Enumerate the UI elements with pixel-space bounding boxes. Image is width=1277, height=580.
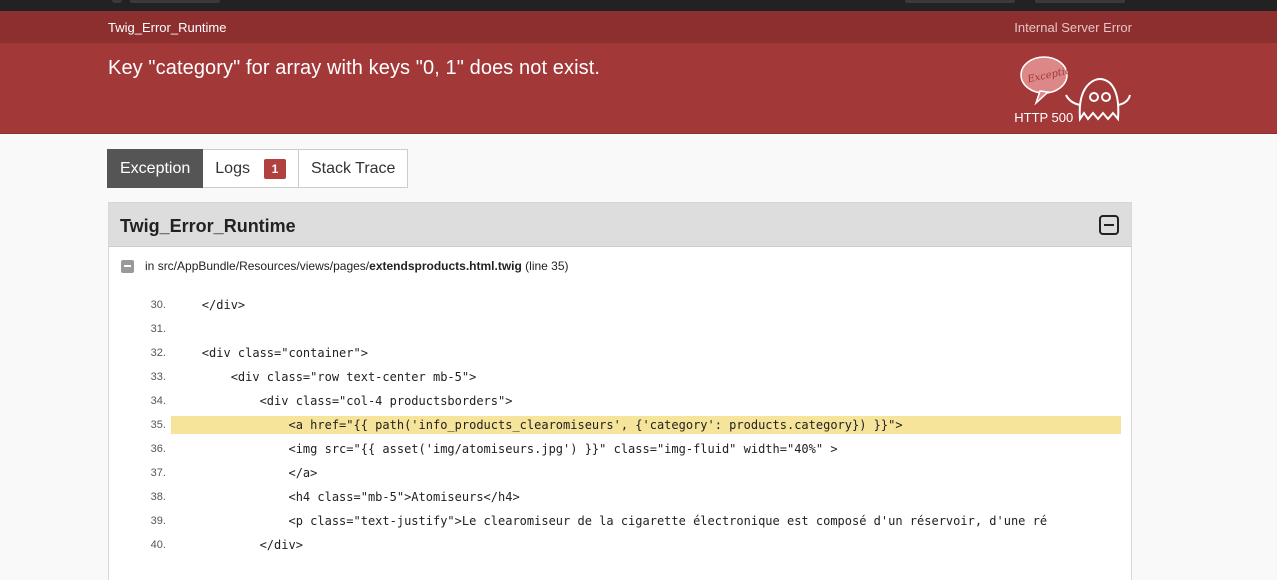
tab-exception[interactable]: Exception [107, 149, 204, 188]
code-text: <a href="{{ path('info_products_clearomi… [170, 416, 1121, 434]
code-text: <div class="col-4 productsborders"> [172, 394, 513, 408]
exception-message: Key "category" for array with keys "0, 1… [108, 57, 601, 79]
code-text: </a> [172, 466, 318, 480]
code-text: <img src="{{ asset('img/atomiseurs.jpg')… [172, 442, 838, 456]
line-number: 38. [150, 491, 166, 503]
line-number: 30. [150, 299, 166, 311]
code-line: 37. </a> [109, 461, 1121, 485]
code-line: 39. <p class="text-justify">Le clearomis… [109, 509, 1121, 533]
code-line: 32. <div class="container"> [109, 341, 1121, 365]
code-line: 30. </div> [109, 293, 1121, 317]
error-header: Twig_Error_Runtime HTTP 500 Internal Ser… [0, 11, 1277, 134]
code-line: 36. <img src="{{ asset('img/atomiseurs.j… [109, 437, 1121, 461]
tab-stack-trace-label: Stack Trace [310, 159, 396, 177]
collapse-panel-icon[interactable] [1099, 215, 1119, 235]
code-text: <h4 class="mb-5">Atomiseurs</h4> [172, 490, 520, 504]
code-text: <p class="text-justify">Le clearomiseur … [172, 514, 1048, 528]
trace-path: src/AppBundle/Resources/views/pages/ [157, 259, 370, 273]
line-number: 33. [150, 371, 166, 383]
line-number: 39. [150, 515, 166, 527]
code-line: 31. [109, 317, 1121, 341]
code-line: 40. </div> [109, 533, 1121, 557]
panel-title: Twig_Error_Runtime [120, 216, 296, 236]
top-toolbar [0, 0, 1277, 11]
trace-line-number: (line 35) [521, 259, 569, 273]
code-text: </div> [172, 538, 303, 552]
line-number: 35. [150, 419, 166, 431]
line-number: 40. [150, 539, 166, 551]
code-line-highlighted: 35. <a href="{{ path('info_products_clea… [109, 413, 1121, 437]
line-number: 32. [150, 347, 166, 359]
trace-location: in src/AppBundle/Resources/views/pages/ … [121, 259, 569, 273]
code-text: <div class="container"> [172, 346, 368, 360]
line-number: 37. [150, 467, 166, 479]
tab-logs[interactable]: Logs 1 [203, 149, 299, 188]
code-line: 38. <h4 class="mb-5">Atomiseurs</h4> [109, 485, 1121, 509]
exception-ghost-icon: Exception! [1020, 56, 1131, 122]
toggle-trace-icon[interactable] [121, 259, 134, 273]
logs-count-badge: 1 [263, 158, 286, 179]
tab-exception-label: Exception [120, 159, 191, 177]
code-line: 33. <div class="row text-center mb-5"> [109, 365, 1121, 389]
code-line: 34. <div class="col-4 productsborders"> [109, 389, 1121, 413]
line-number: 36. [150, 443, 166, 455]
trace-prefix: in [145, 259, 158, 273]
panel-header: Twig_Error_Runtime [109, 203, 1131, 247]
tab-bar: Exception Logs 1 Stack Trace [107, 149, 409, 188]
tab-logs-label: Logs [215, 159, 250, 177]
http-status-text: Internal Server Error [1014, 20, 1132, 35]
exception-panel: Twig_Error_Runtime in src/AppBundle/Reso… [108, 202, 1132, 580]
code-text: <div class="row text-center mb-5"> [172, 370, 477, 384]
code-text: </div> [172, 298, 246, 312]
tab-stack-trace[interactable]: Stack Trace [298, 149, 409, 188]
error-subheader: Twig_Error_Runtime HTTP 500 Internal Ser… [0, 11, 1277, 125]
line-number: 34. [150, 395, 166, 407]
http-status: HTTP 500 Internal Server Error [1014, 20, 1132, 125]
trace-file: extendsproducts.html.twig [369, 259, 522, 273]
exception-class-label: Twig_Error_Runtime [108, 20, 227, 35]
line-number: 31. [150, 323, 166, 335]
code-excerpt: 30. </div> 31. 32. <div class="container">… [109, 293, 1121, 557]
